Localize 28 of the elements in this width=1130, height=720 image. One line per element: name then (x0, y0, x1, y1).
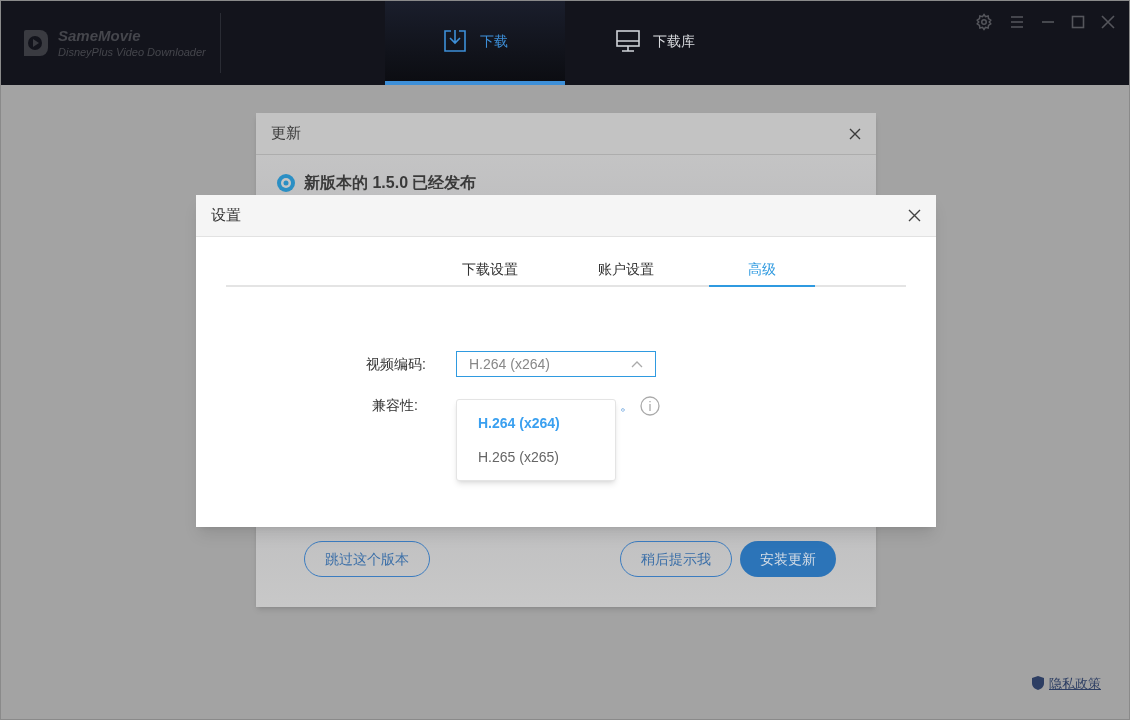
update-heading: 新版本的 1.5.0 已经发布 (304, 173, 477, 193)
settings-icon[interactable] (975, 13, 993, 31)
chevron-icon (631, 360, 643, 368)
update-icon (276, 173, 296, 193)
dropdown-option[interactable]: H.264 (x264) (457, 406, 615, 440)
logo-icon (22, 28, 50, 58)
settings-tab[interactable]: 账户设置 (573, 253, 679, 287)
codec-label: 视频编码: (365, 354, 426, 374)
compat-link[interactable]: 。 (620, 395, 634, 416)
shield-icon (1031, 675, 1045, 692)
compat-label: 兼容性: (371, 396, 418, 415)
nav-tab[interactable]: 下载 (385, 1, 565, 85)
monitor-icon (615, 28, 641, 54)
privacy-link[interactable]: 隐私政策 (1049, 673, 1101, 693)
install-button[interactable]: 安装更新 (740, 541, 836, 577)
close-icon[interactable] (849, 127, 861, 140)
dialog-title: 设置 (211, 205, 241, 226)
dropdown-option[interactable]: H.265 (x265) (457, 440, 615, 474)
info-icon[interactable] (640, 395, 660, 416)
maximize-icon[interactable] (1071, 15, 1085, 29)
settings-tab[interactable]: 下载设置 (437, 253, 543, 287)
nav-tab[interactable]: 下载库 (565, 1, 745, 85)
dialog-title: 更新 (271, 123, 301, 144)
download-icon (442, 28, 468, 54)
codec-select[interactable]: H.264 (x264) (456, 351, 656, 377)
settings-tab[interactable]: 高级 (709, 253, 815, 287)
menu-icon[interactable] (1009, 15, 1025, 29)
close-icon[interactable] (908, 209, 921, 222)
